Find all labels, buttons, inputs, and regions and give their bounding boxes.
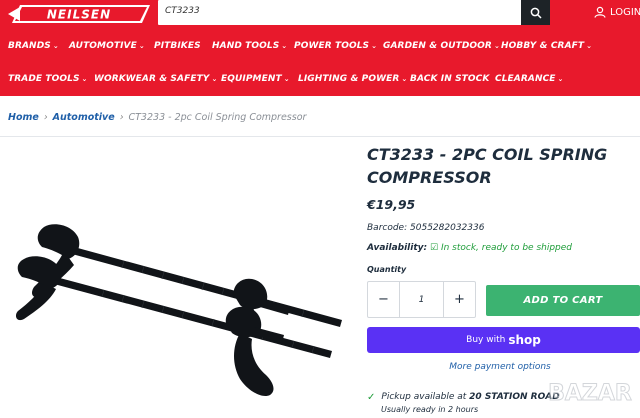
nav-item-equipment[interactable]: EQUIPMENT ⌄: [221, 74, 290, 84]
chevron-down-icon: ⌄: [211, 75, 218, 83]
nav-item-lighting-power[interactable]: LIGHTING & POWER ⌄: [298, 74, 407, 84]
breadcrumb: Home › Automotive › CT3233 - 2pc Coil Sp…: [8, 112, 306, 123]
check-circle-icon: ☑: [430, 243, 439, 253]
watermark-logo: BAZAR: [548, 381, 633, 407]
barcode-label: Barcode:: [367, 223, 408, 233]
pickup-prefix: Pickup available at: [381, 392, 467, 402]
search-box[interactable]: CT3233: [158, 0, 550, 25]
buy-with-label: Buy with: [466, 335, 506, 345]
check-icon: ✓: [367, 392, 376, 403]
quantity-decrease-button[interactable]: −: [368, 282, 399, 317]
nav-item-pitbikes[interactable]: PITBIKES: [154, 41, 201, 51]
search-button[interactable]: [521, 0, 550, 25]
availability-status: In stock, ready to be shipped: [440, 243, 573, 253]
login-label: LOGIN: [610, 6, 640, 18]
nav-item-clearance[interactable]: CLEARANCE ⌄: [495, 74, 564, 84]
pickup-time: Usually ready in 2 hours: [381, 405, 479, 414]
brand-logo[interactable]: NEILSEN: [6, 3, 152, 25]
chevron-down-icon: ⌄: [586, 42, 593, 50]
add-to-cart-button[interactable]: ADD TO CART: [486, 285, 640, 316]
nav-item-hand-tools[interactable]: HAND TOOLS ⌄: [212, 41, 287, 51]
divider: [0, 136, 640, 137]
breadcrumb-category[interactable]: Automotive: [53, 112, 115, 123]
availability-label: Availability:: [367, 243, 428, 253]
nav-item-back-in-stock[interactable]: BACK IN STOCK: [410, 74, 489, 84]
chevron-down-icon: ⌄: [557, 75, 564, 83]
watermark-text: BAZAR: [548, 381, 632, 406]
chevron-down-icon: ⌄: [138, 42, 145, 50]
shop-logo: shop: [508, 333, 541, 347]
nav-item-hobby-craft[interactable]: HOBBY & CRAFT ⌄: [501, 41, 592, 51]
chevron-right-icon: ›: [119, 112, 124, 123]
chevron-down-icon: ⌄: [283, 75, 290, 83]
nav-item-trade-tools[interactable]: TRADE TOOLS ⌄: [8, 74, 88, 84]
product-title: CT3233 - 2PC COIL SPRING COMPRESSOR: [367, 145, 608, 187]
availability-line: Availability: ☑ In stock, ready to be sh…: [367, 243, 572, 253]
barcode-value: 5055282032336: [410, 223, 485, 233]
chevron-down-icon: ⌄: [52, 42, 59, 50]
chevron-down-icon: ⌄: [401, 75, 408, 83]
chevron-down-icon: ⌄: [493, 42, 500, 50]
quantity-stepper: − 1 +: [367, 281, 476, 318]
top-bar: NEILSEN CT3233 LOGIN: [0, 0, 640, 27]
quantity-input[interactable]: 1: [399, 282, 444, 317]
buy-with-shop-button[interactable]: Buy with shop: [367, 327, 640, 353]
nav-item-brands[interactable]: BRANDS ⌄: [8, 41, 59, 51]
user-icon: [594, 6, 606, 18]
quantity-label: Quantity: [367, 265, 407, 274]
chevron-down-icon: ⌄: [281, 42, 288, 50]
nav-item-power-tools[interactable]: POWER TOOLS ⌄: [294, 41, 377, 51]
product-price: €19,95: [367, 197, 416, 212]
brand-logo-text: NEILSEN: [47, 8, 111, 22]
nav-item-workwear-safety[interactable]: WORKWEAR & SAFETY ⌄: [94, 74, 217, 84]
barcode-line: Barcode: 5055282032336: [367, 223, 484, 233]
search-input[interactable]: CT3233: [165, 6, 200, 16]
chevron-down-icon: ⌄: [371, 42, 378, 50]
chevron-right-icon: ›: [43, 112, 48, 123]
login-link[interactable]: LOGIN: [594, 6, 640, 18]
site-header: NEILSEN CT3233 LOGIN BRANDS ⌄ AUTOMOTIVE ⌄…: [0, 0, 640, 96]
breadcrumb-home[interactable]: Home: [8, 112, 39, 123]
quantity-increase-button[interactable]: +: [444, 282, 475, 317]
search-icon: [530, 7, 542, 19]
nav-item-automotive[interactable]: AUTOMOTIVE ⌄: [69, 41, 145, 51]
product-image[interactable]: [14, 215, 349, 415]
breadcrumb-current: CT3233 - 2pc Coil Spring Compressor: [128, 112, 307, 123]
chevron-down-icon: ⌄: [81, 75, 88, 83]
nav-item-garden-outdoor[interactable]: GARDEN & OUTDOOR ⌄: [383, 41, 500, 51]
